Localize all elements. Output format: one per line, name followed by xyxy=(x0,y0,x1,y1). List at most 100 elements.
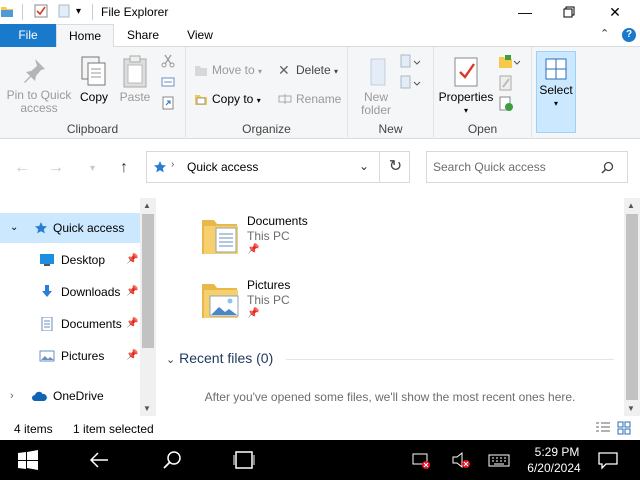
copy-to-button[interactable]: Copy to ▾ xyxy=(194,90,261,108)
customize-quick-access-icon[interactable]: ▾ xyxy=(76,6,81,17)
scroll-down-icon[interactable]: ▼ xyxy=(627,404,635,413)
sidebar-item-quick-access[interactable]: ⌄ Quick access xyxy=(0,213,140,243)
documents-icon xyxy=(41,317,53,331)
chevron-down-icon: ▾ xyxy=(90,163,96,174)
delete-x-icon: ✕ xyxy=(278,62,290,78)
scroll-up-icon[interactable]: ▲ xyxy=(143,201,151,210)
ribbon: Pin to Quick access Copy Paste Clipboard… xyxy=(0,47,640,139)
new-folder-button[interactable]: New folder xyxy=(354,51,398,117)
tab-home[interactable]: Home xyxy=(56,24,114,48)
close-button[interactable]: ✕ xyxy=(592,0,638,24)
cut-icon[interactable] xyxy=(161,54,175,68)
pin-icon: 📌 xyxy=(126,286,139,297)
folder-name: Pictures xyxy=(247,278,291,292)
sidebar-item-desktop[interactable]: Desktop 📌 xyxy=(0,245,140,275)
content-scrollbar[interactable]: ▲ ▼ xyxy=(624,198,640,416)
rename-icon xyxy=(278,94,292,104)
pin-icon: 📌 xyxy=(126,350,139,361)
expand-chevron-icon[interactable]: › xyxy=(10,381,14,411)
tab-file[interactable]: File xyxy=(0,24,56,47)
paste-button[interactable]: Paste xyxy=(116,51,154,104)
sidebar-item-documents[interactable]: Documents 📌 xyxy=(0,309,140,339)
back-icon[interactable] xyxy=(88,450,110,470)
expand-chevron-icon[interactable]: ⌄ xyxy=(10,213,18,243)
open-group-label: Open xyxy=(467,122,498,136)
scroll-down-icon[interactable]: ▼ xyxy=(143,404,151,413)
cloud-icon xyxy=(32,391,47,401)
nav-scroll-thumb[interactable] xyxy=(142,214,154,348)
windows-start-icon[interactable] xyxy=(17,450,39,470)
easy-access-icon[interactable] xyxy=(400,75,422,91)
edit-icon[interactable] xyxy=(498,75,514,91)
documents-folder-icon xyxy=(202,220,238,254)
content-pane: Documents This PC 📌 Pictures This PC 📌 ⌄… xyxy=(156,198,624,416)
clock-date[interactable]: 6/20/2024 xyxy=(524,461,584,475)
tab-view[interactable]: View xyxy=(172,24,228,47)
sidebar-item-pictures[interactable]: Pictures 📌 xyxy=(0,341,140,371)
scroll-up-icon[interactable]: ▲ xyxy=(627,201,635,210)
star-icon xyxy=(35,222,47,234)
move-to-icon xyxy=(195,66,207,76)
open-icon[interactable] xyxy=(498,54,520,70)
title-bar: ▾ File Explorer — ✕ xyxy=(0,0,640,24)
search-input[interactable] xyxy=(433,158,593,176)
forward-button[interactable]: → xyxy=(48,159,64,177)
rename-button[interactable]: Rename xyxy=(278,90,341,108)
search-icon[interactable] xyxy=(601,161,614,174)
collapse-ribbon-icon[interactable]: ⌃ xyxy=(600,27,609,40)
search-box[interactable] xyxy=(426,151,628,183)
folder-tile-documents[interactable]: Documents This PC 📌 xyxy=(200,214,400,274)
restore-button[interactable] xyxy=(546,0,592,24)
breadcrumb-separator-icon: › xyxy=(171,159,175,170)
minimize-button[interactable]: — xyxy=(502,0,548,24)
address-dropdown-icon[interactable]: ⌄ xyxy=(359,159,369,173)
new-item-icon[interactable] xyxy=(400,54,422,70)
sidebar-item-onedrive[interactable]: › OneDrive xyxy=(0,381,140,411)
large-icons-view-icon[interactable] xyxy=(617,421,631,435)
history-icon[interactable] xyxy=(498,96,514,112)
details-view-icon[interactable] xyxy=(595,421,611,435)
up-button[interactable]: ↑ xyxy=(120,159,128,177)
tab-share[interactable]: Share xyxy=(114,24,172,47)
divider xyxy=(286,359,614,360)
properties-button[interactable]: Properties ▾ xyxy=(438,51,494,117)
window-title: File Explorer xyxy=(101,5,169,19)
search-icon[interactable] xyxy=(161,450,183,470)
back-button[interactable]: ← xyxy=(14,159,30,177)
recent-locations-button[interactable]: ▾ xyxy=(90,163,95,174)
pictures-icon xyxy=(39,350,55,362)
taskbar: 5:29 PM 6/20/2024 xyxy=(0,440,640,480)
help-icon[interactable]: ? xyxy=(622,28,636,42)
move-to-button[interactable]: Move to ▾ xyxy=(194,61,262,79)
pin-to-quick-access-button[interactable]: Pin to Quick access xyxy=(4,51,74,115)
nav-scrollbar[interactable]: ▲ ▼ xyxy=(140,198,156,416)
select-button[interactable]: Select ▾ xyxy=(536,51,576,133)
paste-shortcut-icon[interactable] xyxy=(161,96,175,110)
recent-files-header[interactable]: ⌄ Recent files (0) xyxy=(166,350,273,366)
sidebar-item-downloads[interactable]: Downloads 📌 xyxy=(0,277,140,307)
keyboard-icon[interactable] xyxy=(488,450,510,470)
select-group: Select ▾ xyxy=(532,47,578,139)
network-disconnected-icon[interactable] xyxy=(410,450,432,470)
breadcrumb[interactable]: Quick access xyxy=(187,160,258,174)
clipboard-group-label: Clipboard xyxy=(66,122,119,136)
address-bar[interactable]: › Quick access ⌄ ↻ xyxy=(146,151,410,183)
notifications-icon[interactable] xyxy=(597,450,619,470)
task-view-icon[interactable] xyxy=(233,450,255,470)
copy-path-icon[interactable] xyxy=(161,75,175,89)
star-icon xyxy=(154,161,166,173)
delete-button[interactable]: ✕ Delete ▾ xyxy=(278,61,338,79)
copy-button[interactable]: Copy xyxy=(76,51,112,104)
divider xyxy=(92,4,93,20)
folder-location: This PC xyxy=(247,293,290,307)
clock-time[interactable]: 5:29 PM xyxy=(532,445,582,459)
new-folder-quick-icon[interactable] xyxy=(57,4,71,18)
content-scroll-thumb[interactable] xyxy=(626,214,638,400)
refresh-button[interactable]: ↻ xyxy=(379,152,411,182)
volume-muted-icon[interactable] xyxy=(450,450,472,470)
properties-quick-icon[interactable] xyxy=(34,4,48,18)
organize-group-label: Organize xyxy=(242,122,291,136)
new-folder-icon xyxy=(370,58,386,86)
clipboard-group: Pin to Quick access Copy Paste Clipboard xyxy=(0,47,186,139)
folder-tile-pictures[interactable]: Pictures This PC 📌 xyxy=(200,278,400,338)
